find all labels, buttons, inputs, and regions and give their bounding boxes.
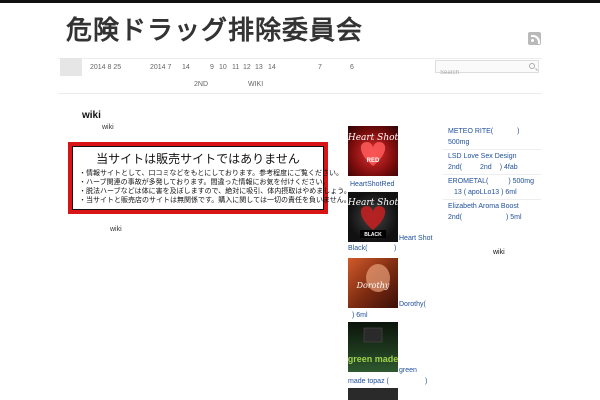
- nav-item-2nd[interactable]: 2ND: [194, 81, 208, 88]
- sidebar-divider: [443, 174, 541, 175]
- svg-text:Heart Shot: Heart Shot: [348, 198, 398, 208]
- product-thumb-heartshot-red[interactable]: Heart Shot RED: [348, 126, 398, 176]
- nav-item-6[interactable]: 6: [350, 64, 354, 71]
- site-title[interactable]: 危険ドラッグ排除委員会: [66, 10, 363, 47]
- post-footer: wiki: [110, 226, 122, 233]
- disclaimer-inner: 当サイトは販売サイトではありません ・情報サイトとして、口コミなどをもとにしてお…: [72, 146, 351, 210]
- post-subtitle: wiki: [102, 124, 114, 131]
- thumb-caption[interactable]: made topaz (: [348, 377, 389, 387]
- disclaimer-line: ・脱法ハーブなどは体に害を及ぼしますので、絶対に吸引、体内摂取はやめましょう。: [79, 187, 351, 195]
- thumb-caption[interactable]: Black(: [348, 244, 367, 254]
- thumb-caption[interactable]: green: [399, 366, 417, 376]
- disclaimer-line: ・当サイトと販売店のサイトは無関係です。購入に関しては一切の責任を負いません。: [79, 196, 351, 204]
- thumb-caption[interactable]: ) 6ml: [352, 311, 368, 321]
- product-image[interactable]: Dorothy: [348, 258, 398, 308]
- nav-item-14[interactable]: 14: [182, 64, 190, 71]
- sidebar-link-lsd[interactable]: LSD Love Sex Design 2nd(2nd) 4fab: [448, 151, 518, 173]
- product-thumb-green-made[interactable]: green made: [348, 322, 398, 372]
- product-image[interactable]: Heart Shot BLACK: [348, 192, 398, 242]
- thumb-caption[interactable]: ): [425, 377, 427, 387]
- product-thumb-next[interactable]: [348, 388, 398, 400]
- sidebar-wiki-label: wiki: [493, 249, 505, 256]
- rss-icon[interactable]: [528, 32, 541, 45]
- thumb-caption[interactable]: Heart Shot: [399, 234, 432, 244]
- product-image[interactable]: green made: [348, 322, 398, 372]
- post-title: wiki: [82, 110, 101, 121]
- search-box: [435, 60, 539, 79]
- svg-text:Dorothy: Dorothy: [356, 281, 390, 290]
- svg-text:BLACK: BLACK: [364, 232, 382, 238]
- thumb-caption[interactable]: Dorothy(: [399, 300, 426, 310]
- nav-item-month[interactable]: 2014 7: [150, 64, 171, 71]
- nav-item-10[interactable]: 10: [219, 64, 227, 71]
- sidebar-link-meteorite[interactable]: METEO RITE() 500mg: [448, 126, 519, 148]
- product-thumb-heartshot-black[interactable]: Heart Shot BLACK: [348, 192, 398, 242]
- thumb-caption[interactable]: ): [394, 244, 396, 254]
- nav-item-13[interactable]: 13: [255, 64, 263, 71]
- sidebar-divider: [443, 149, 541, 150]
- sidebar-divider: [443, 199, 541, 200]
- top-border: [0, 0, 600, 3]
- disclaimer-line: ・ハーブ関連の事故が多発しております。間違った情報にお気を付けください。: [79, 178, 330, 186]
- svg-text:Heart Shot: Heart Shot: [348, 133, 398, 143]
- nav-item-7[interactable]: 7: [318, 64, 322, 71]
- disclaimer-banner: 当サイトは販売サイトではありません ・情報サイトとして、口コミなどをもとにしてお…: [68, 142, 351, 214]
- disclaimer-headline: 当サイトは販売サイトではありません: [96, 152, 300, 166]
- nav-item-11[interactable]: 11: [232, 64, 239, 71]
- sidebar-link-elizabeth[interactable]: Elizabeth Aroma Boost 2nd() 5ml: [448, 201, 522, 223]
- disclaimer-line: ・情報サイトとして、口コミなどをもとにしております。参考程度にご覧ください。: [79, 169, 344, 177]
- nav-item-9[interactable]: 9: [210, 64, 214, 71]
- search-icon[interactable]: [529, 63, 535, 69]
- thumb-caption[interactable]: HeartShotRed: [350, 180, 394, 190]
- product-thumb-dorothy[interactable]: Dorothy: [348, 258, 398, 308]
- sidebar-link-erometal[interactable]: EROMETAL() 500mg 13 ( apoLLo13 ) 6ml: [448, 176, 534, 198]
- svg-text:RED: RED: [367, 158, 380, 164]
- nav-item-date[interactable]: 2014 8 25: [90, 64, 121, 71]
- product-image[interactable]: [348, 388, 398, 400]
- svg-text:green made: green made: [348, 354, 398, 364]
- product-image[interactable]: Heart Shot RED: [348, 126, 398, 176]
- nav-home-button[interactable]: [60, 58, 82, 76]
- search-input[interactable]: [436, 67, 524, 79]
- nav-item-12[interactable]: 12: [243, 64, 251, 71]
- nav-item-wiki[interactable]: WIKI: [248, 81, 263, 88]
- nav-item-14b[interactable]: 14: [268, 64, 276, 71]
